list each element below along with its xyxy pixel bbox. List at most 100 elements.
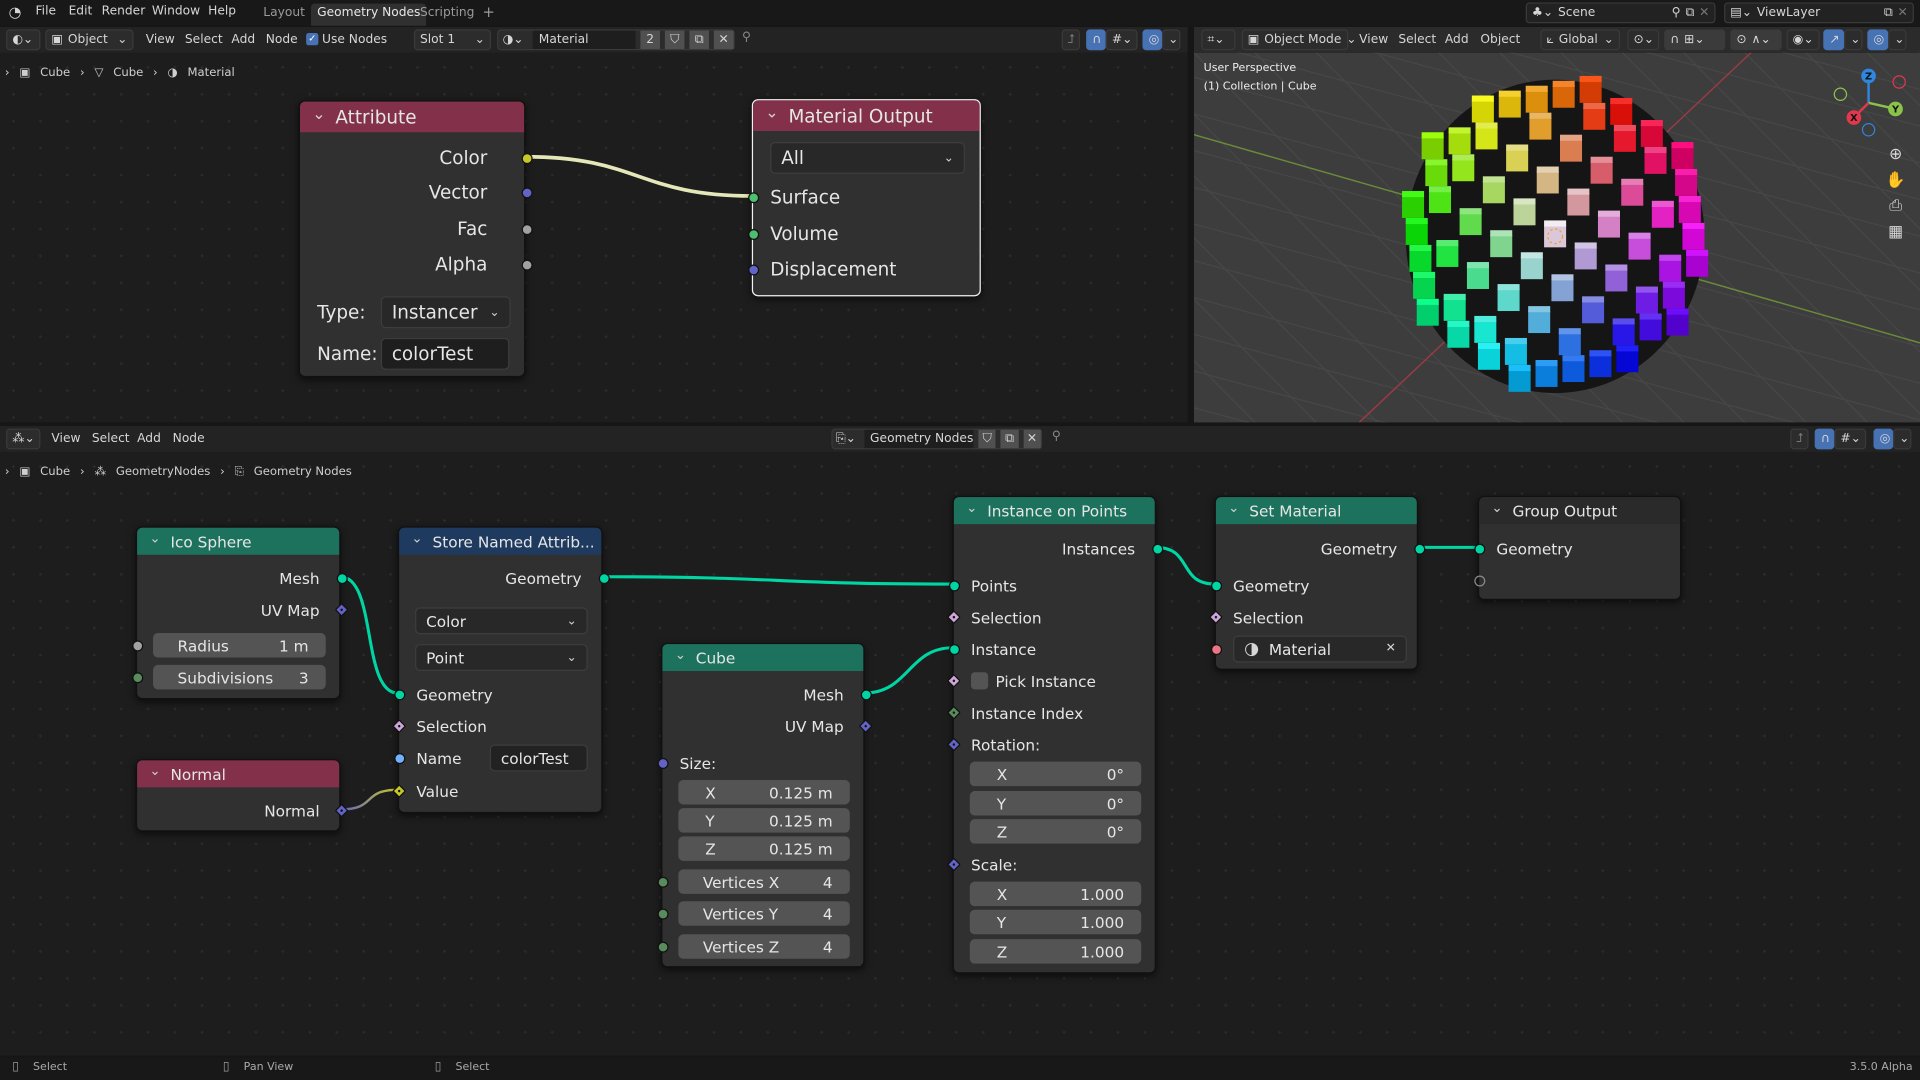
socket-geometry[interactable] — [598, 572, 610, 584]
gizmo-dropdown[interactable]: ⌄ — [1844, 29, 1863, 51]
iop-node[interactable]: ⌄ Instance on Points Instances Points Select… — [946, 495, 1163, 974]
socket-vector[interactable] — [521, 186, 533, 198]
chevron-down-icon[interactable]: ⌄ — [312, 105, 325, 123]
object-type-dropdown[interactable]: ▣ Object ⌄ — [45, 29, 134, 51]
menu-select[interactable]: Select — [185, 33, 223, 46]
menu-add[interactable]: Add — [1445, 33, 1469, 46]
close-icon[interactable]: ✕ — [1699, 6, 1709, 19]
store-node[interactable]: ⌄ Store Named Attrib... Geometry Color ⌄ Poin… — [391, 526, 610, 814]
dropdown[interactable]: Point ⌄ — [415, 644, 588, 672]
overlays-toggle[interactable]: ◎ — [1873, 428, 1894, 450]
tab-layout[interactable]: Layout — [257, 4, 311, 26]
node-group-selector[interactable]: ⎘⌄ Geometry Nodes ⛉ ⧉ ✕ — [831, 428, 1043, 450]
pivot-dropdown[interactable]: ⊙⌄ — [1627, 29, 1660, 51]
value-field[interactable]: Y 1.000 — [969, 909, 1142, 935]
node-header[interactable]: ⌄ Material Output — [753, 100, 980, 132]
tab-geometry-nodes[interactable]: Geometry Nodes — [311, 3, 427, 26]
parent-node-tree-button[interactable]: ⮥ — [1790, 428, 1809, 450]
pin-icon[interactable]: ⚲ — [1052, 430, 1061, 443]
snap-mode-dropdown[interactable]: #⌄ — [1834, 428, 1867, 450]
node-header[interactable]: ⌄ Attribute — [300, 101, 525, 133]
value-field[interactable]: Subdivisions 3 — [153, 664, 326, 690]
socket-geometry[interactable] — [1210, 579, 1222, 591]
normal-node[interactable]: ⌄ Normal Normal — [135, 759, 348, 832]
chevron-down-icon[interactable]: ⌄ — [149, 530, 160, 546]
type-dropdown[interactable]: Instancer ⌄ — [380, 296, 511, 329]
gizmo-x-label[interactable]: X — [1850, 113, 1858, 124]
socket-surface[interactable] — [747, 191, 759, 203]
duplicate-icon[interactable]: ⧉ — [1000, 429, 1019, 449]
value-field[interactable]: Z 0° — [969, 819, 1142, 844]
ico-node[interactable]: ⌄ Ico Sphere Mesh UV Map Radius 1 m Subdivisio… — [131, 526, 348, 700]
overlays-dropdown[interactable]: ⌄ — [1893, 428, 1912, 450]
menu-view[interactable]: View — [1359, 33, 1388, 46]
dropdown[interactable]: Color ⌄ — [415, 607, 588, 635]
snap-mode-dropdown[interactable]: #⌄ — [1105, 29, 1138, 51]
scene-name[interactable]: Scene — [1558, 6, 1667, 19]
value-field[interactable]: Y 0° — [969, 791, 1142, 816]
socket-vertices-x[interactable] — [656, 876, 668, 888]
snap-toggle[interactable]: ∩ — [1086, 29, 1106, 51]
node-header[interactable]: ⌄ Instance on Points — [953, 497, 1155, 525]
socket-volume[interactable] — [747, 228, 759, 240]
name-input[interactable]: colorTest — [489, 744, 588, 772]
shader-editor[interactable] — [0, 26, 1188, 423]
node-header[interactable]: ⌄ Group Output — [1479, 497, 1681, 525]
node-header[interactable]: ⌄ Store Named Attrib... — [399, 527, 602, 555]
value-field[interactable]: Vertices X 4 — [678, 869, 850, 894]
overlays-dropdown[interactable]: ⌄ — [1162, 29, 1181, 51]
overlays-toggle[interactable]: ◎ — [1867, 29, 1889, 51]
value-field[interactable]: Z 0.125 m — [678, 836, 850, 861]
menu-view[interactable]: View — [146, 33, 175, 46]
chevron-down-icon[interactable]: ⌄ — [411, 530, 422, 546]
value-field[interactable]: Vertices Y 4 — [678, 901, 850, 926]
menu-window[interactable]: Window — [152, 5, 200, 18]
socket-size-[interactable] — [656, 757, 668, 769]
snap-toggle[interactable]: ∩ — [1814, 428, 1835, 450]
chevron-down-icon[interactable]: ⌄ — [1491, 500, 1502, 516]
menu-object[interactable]: Object — [1480, 33, 1520, 46]
empty-socket[interactable] — [1473, 574, 1485, 586]
chevron-down-icon[interactable]: ⌄ — [765, 103, 778, 121]
value-field[interactable]: X 1.000 — [969, 881, 1142, 907]
snap-controls[interactable]: ∩ ⊞⌄ — [1664, 29, 1726, 51]
proportional-edit-controls[interactable]: ⊙ ∧⌄ — [1730, 29, 1782, 51]
overlays-toggle[interactable]: ◎ — [1142, 29, 1163, 51]
socket-color[interactable] — [521, 152, 533, 164]
menu-select[interactable]: Select — [92, 432, 130, 445]
socket-geometry[interactable] — [1473, 543, 1485, 555]
attribute-node[interactable]: ⌄ Attribute Color Vector Fac Alpha Type: Instan… — [298, 100, 533, 378]
duplicate-icon[interactable]: ⧉ — [689, 30, 709, 49]
node-header[interactable]: ⌄ Set Material — [1215, 497, 1417, 525]
overlays-dropdown[interactable]: ⌄ — [1888, 29, 1907, 51]
object-mode-dropdown[interactable]: ▣ Object Mode ⌄ — [1241, 29, 1357, 51]
socket-subdivisions[interactable] — [131, 671, 143, 683]
material-selector[interactable]: ◑⌄ Material 2 ⛉ ⧉ ✕ — [497, 29, 735, 51]
new-view-layer-icon[interactable]: ⧉ — [1884, 6, 1893, 19]
unlink-icon[interactable]: ✕ — [713, 30, 734, 49]
user-count[interactable]: 2 — [640, 30, 661, 49]
pin-icon[interactable]: ⚲ — [742, 31, 751, 44]
editor-type-button[interactable]: ⁂⌄ — [6, 428, 41, 450]
add-workspace-button[interactable]: + — [476, 1, 501, 23]
socket-displacement[interactable] — [747, 263, 759, 275]
socket-geometry[interactable] — [393, 688, 405, 700]
value-field[interactable]: Vertices Z 4 — [678, 934, 850, 959]
menu-node[interactable]: Node — [173, 432, 205, 445]
menu-help[interactable]: Help — [208, 5, 236, 18]
chevron-down-icon[interactable]: ⌄ — [1228, 500, 1239, 516]
node-header[interactable]: ⌄ Normal — [137, 760, 340, 788]
chevron-down-icon[interactable]: ⌄ — [675, 647, 686, 663]
socket-fac[interactable] — [521, 223, 533, 235]
gizmo-toggle[interactable]: ↗ — [1823, 29, 1845, 51]
socket-material[interactable] — [1210, 643, 1222, 655]
socket-vertices-z[interactable] — [656, 941, 668, 953]
socket-instances[interactable] — [1151, 543, 1163, 555]
editor-type-button[interactable]: ⌗⌄ — [1201, 29, 1236, 51]
menu-node[interactable]: Node — [266, 33, 298, 46]
socket-vertices-y[interactable] — [656, 907, 668, 919]
blender-logo-icon[interactable]: ◔ — [9, 5, 22, 20]
material-field[interactable]: ◑ Material ✕ — [1233, 635, 1407, 663]
editor-type-button[interactable]: ◐⌄ — [6, 29, 41, 51]
node-header[interactable]: ⌄ Ico Sphere — [137, 527, 340, 555]
